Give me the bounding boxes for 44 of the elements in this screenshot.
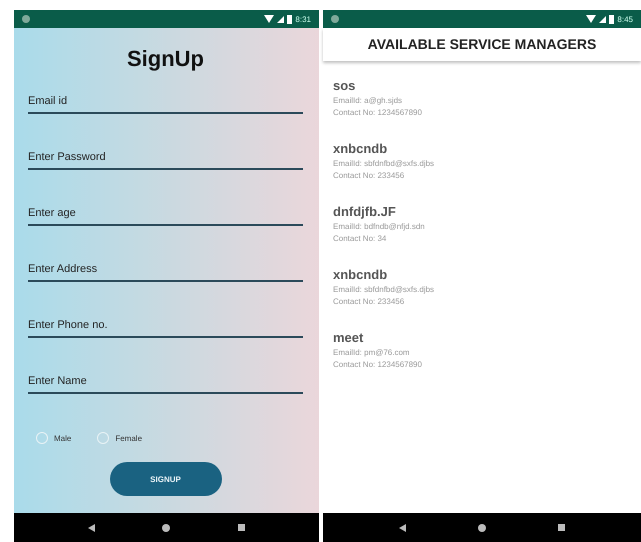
manager-email: EmailId: sbfdnfbd@sxfs.djbs <box>333 285 436 294</box>
radio-button[interactable] <box>97 432 110 444</box>
manager-email: EmailId: sbfdnfbd@sxfs.djbs <box>333 159 436 168</box>
radio-button[interactable] <box>36 432 48 444</box>
manager-name: dnfdjfb.JF <box>333 204 397 219</box>
signal-icon <box>277 16 284 22</box>
manager-contact: Contact No: 34 <box>333 234 388 243</box>
manager-email: EmailId: pm@76.com <box>333 348 411 357</box>
manager-name: xnbcndb <box>333 141 388 156</box>
battery-icon <box>287 14 292 24</box>
app-bar-title: AVAILABLE SERVICE MANAGERS <box>323 28 641 61</box>
radio-label: Female <box>115 434 142 442</box>
battery-icon <box>609 14 614 24</box>
radio-label: Male <box>54 434 72 442</box>
manager-contact: Contact No: 1234567890 <box>333 108 423 117</box>
manager-contact: Contact No: 233456 <box>333 297 406 306</box>
wifi-icon <box>264 15 274 23</box>
back-icon <box>399 524 406 532</box>
wifi-icon <box>586 15 596 23</box>
signup-button[interactable]: SIGNUP <box>110 462 222 496</box>
notification-icon <box>331 15 339 23</box>
screen-title: SignUp <box>126 46 205 73</box>
manager-name: meet <box>333 330 364 345</box>
manager-email: EmailId: a@gh.sjds <box>333 96 404 105</box>
manager-email: EmailId: bdfndb@nfjd.sdn <box>333 222 426 231</box>
notification-icon <box>22 15 30 23</box>
manager-name: xnbcndb <box>333 267 388 282</box>
home-icon <box>478 524 486 532</box>
back-icon <box>88 524 95 532</box>
clock-time: 8:45 <box>617 14 633 24</box>
recents-icon <box>238 524 246 531</box>
manager-contact: Contact No: 1234567890 <box>333 360 423 369</box>
manager-name: sos <box>333 78 356 93</box>
signal-icon <box>599 16 606 22</box>
input-field[interactable]: Enter Name <box>28 368 303 394</box>
recents-icon <box>558 524 565 531</box>
home-icon <box>162 524 170 532</box>
clock-time: 8:31 <box>295 14 311 24</box>
manager-contact: Contact No: 233456 <box>333 171 406 180</box>
input-field[interactable]: Enter Address <box>28 256 303 282</box>
input-field[interactable]: Enter Phone no. <box>28 312 303 338</box>
input-field[interactable]: Enter Password <box>28 144 303 170</box>
input-field[interactable]: Email id <box>28 88 303 114</box>
input-field[interactable]: Enter age <box>28 200 303 226</box>
